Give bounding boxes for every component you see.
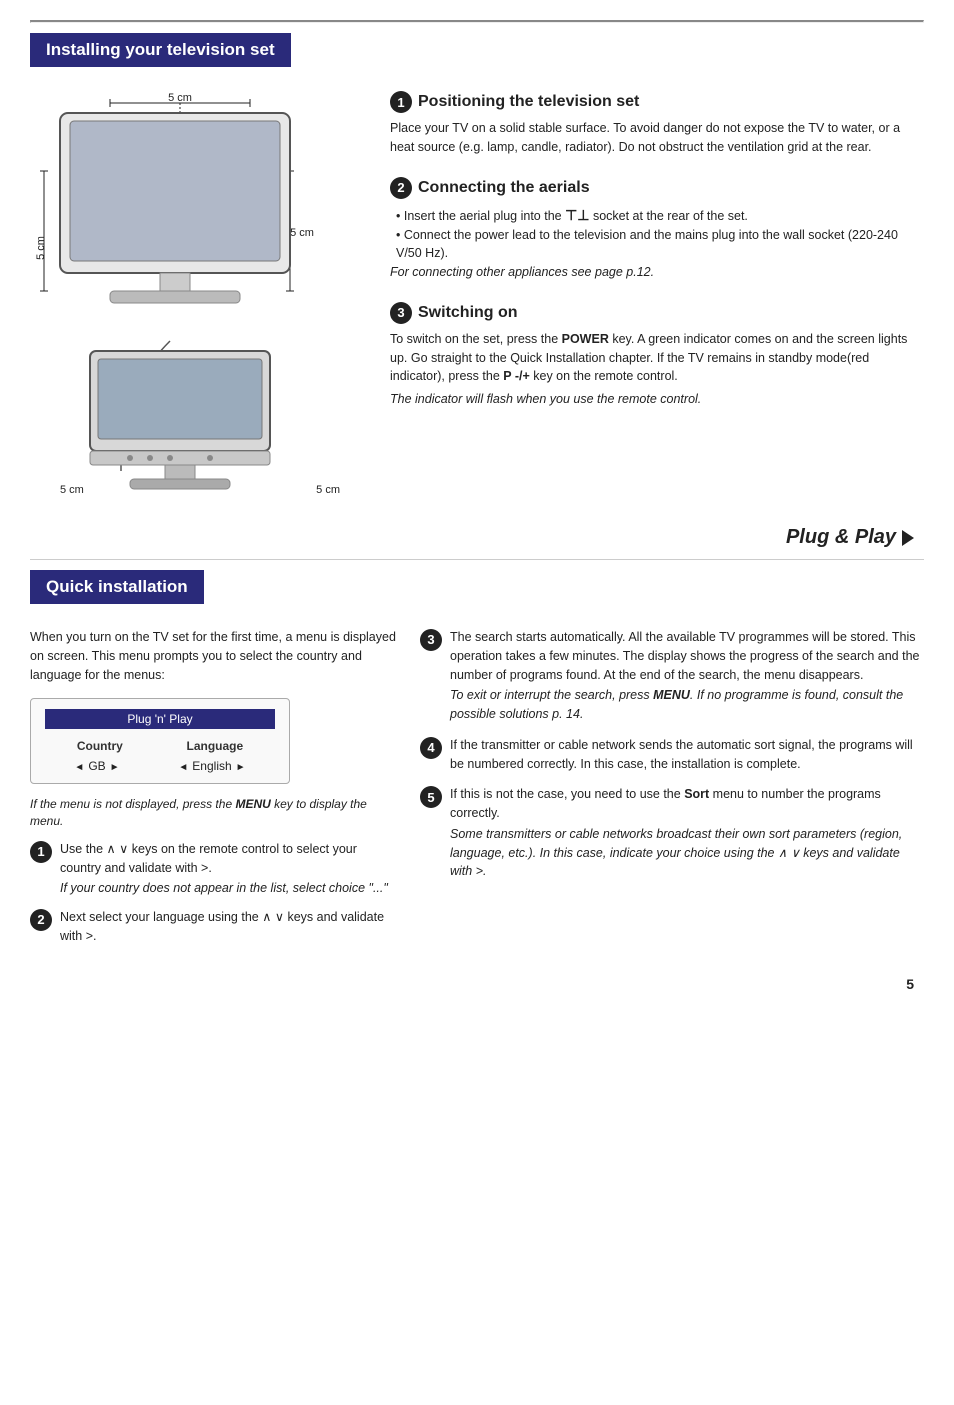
connecting-bullet2-text: Connect the power lead to the television… (396, 228, 898, 261)
bottom-left: When you turn on the TV set for the firs… (30, 628, 400, 956)
plug-play-arrow-icon (902, 530, 914, 546)
measure-right: 5 cm (316, 484, 340, 496)
steps-left-list: 1 Use the ∧ ∨ keys on the remote control… (30, 840, 400, 948)
step-4-text: If the transmitter or cable network send… (450, 736, 924, 774)
connecting-heading: Connecting the aerials (418, 179, 590, 197)
step-4-num: 4 (420, 737, 442, 759)
step-3-content: The search starts automatically. All the… (450, 628, 924, 726)
step-3-note: To exit or interrupt the search, press M… (450, 686, 924, 724)
bottom-section: When you turn on the TV set for the firs… (30, 628, 924, 956)
step-2-content: Next select your language using the ∧ ∨ … (60, 908, 400, 948)
menu-country-cell: GB (74, 759, 119, 773)
plug-play-logo: Plug & Play (786, 526, 914, 549)
switching-heading: Switching on (418, 304, 518, 322)
svg-text:5 cm: 5 cm (290, 227, 314, 239)
step-3-text: The search starts automatically. All the… (450, 628, 924, 684)
step-5-text: If this is not the case, you need to use… (450, 785, 924, 823)
step-4: 4 If the transmitter or cable network se… (420, 736, 924, 776)
plug-play-area: Plug & Play (30, 526, 924, 549)
page-number: 5 (30, 976, 924, 992)
connecting-num: 2 (390, 177, 412, 199)
plug-play-label: Plug & Play (786, 526, 896, 549)
step-1-note: If your country does not appear in the l… (60, 879, 400, 898)
step-1-num: 1 (30, 841, 52, 863)
menu-col1-value: GB (88, 759, 105, 773)
step-2-num: 2 (30, 909, 52, 931)
step-1-text: Use the ∧ ∨ keys on the remote control t… (60, 840, 400, 878)
country-arrow-left-icon (74, 759, 84, 773)
language-arrow-left-icon (178, 759, 188, 773)
menu-box: Plug 'n' Play Country Language GB Englis… (30, 698, 290, 784)
intro-text: When you turn on the TV set for the firs… (30, 628, 400, 684)
tv-diagram-area: 5 cm 5 cm 5 cm (30, 81, 370, 496)
positioning-section: 1 Positioning the television set Place y… (390, 91, 924, 157)
country-arrow-right-icon (110, 759, 120, 773)
switching-text: To switch on the set, press the POWER ke… (390, 330, 924, 386)
section2-title: Quick installation (30, 570, 204, 604)
tv-illustration: 5 cm 5 cm 5 cm (30, 91, 370, 494)
connecting-bullet2: Connect the power lead to the television… (396, 226, 924, 264)
step-3-num: 3 (420, 629, 442, 651)
step-3: 3 The search starts automatically. All t… (420, 628, 924, 726)
connecting-bullet1-text: Insert the aerial plug into the ⊤⊥ socke… (404, 209, 748, 223)
switching-section: 3 Switching on To switch on the set, pre… (390, 302, 924, 409)
menu-col2-value: English (192, 759, 231, 773)
measure-left: 5 cm (60, 484, 84, 496)
svg-text:5 cm: 5 cm (35, 236, 47, 260)
section2-title-bar: Quick installation (30, 570, 924, 618)
menu-col2-header: Language (186, 739, 243, 753)
step-5-note: Some transmitters or cable networks broa… (450, 825, 924, 881)
step-5-num: 5 (420, 786, 442, 808)
step-2: 2 Next select your language using the ∧ … (30, 908, 400, 948)
menu-box-title: Plug 'n' Play (45, 709, 275, 729)
menu-col1-header: Country (77, 739, 123, 753)
svg-text:5 cm: 5 cm (168, 92, 192, 104)
positioning-num: 1 (390, 91, 412, 113)
menu-language-cell: English (178, 759, 245, 773)
step-1-content: Use the ∧ ∨ keys on the remote control t… (60, 840, 400, 900)
menu-box-values: GB English (45, 759, 275, 773)
step-2-text: Next select your language using the ∧ ∨ … (60, 908, 400, 946)
connecting-bullet1: Insert the aerial plug into the ⊤⊥ socke… (396, 205, 924, 226)
step-4-content: If the transmitter or cable network send… (450, 736, 924, 776)
step-5: 5 If this is not the case, you need to u… (420, 785, 924, 883)
switching-note: The indicator will flash when you use th… (390, 390, 924, 409)
steps-right-list: 3 The search starts automatically. All t… (420, 628, 924, 883)
section-divider (30, 559, 924, 560)
top-instructions: 1 Positioning the television set Place y… (390, 81, 924, 496)
positioning-heading: Positioning the television set (418, 93, 639, 111)
connecting-note: For connecting other appliances see page… (390, 263, 924, 282)
bottom-right: 3 The search starts automatically. All t… (420, 628, 924, 956)
menu-caption: If the menu is not displayed, press the … (30, 796, 400, 830)
top-section: 5 cm 5 cm 5 cm (30, 81, 924, 496)
step-1: 1 Use the ∧ ∨ keys on the remote control… (30, 840, 400, 900)
section1-title: Installing your television set (30, 33, 291, 67)
section1-title-bar: Installing your television set (30, 33, 924, 81)
connecting-section: 2 Connecting the aerials Insert the aeri… (390, 177, 924, 282)
switching-num: 3 (390, 302, 412, 324)
step-5-content: If this is not the case, you need to use… (450, 785, 924, 883)
positioning-text: Place your TV on a solid stable surface.… (390, 119, 924, 157)
top-rule (30, 20, 924, 23)
menu-box-headers: Country Language (45, 739, 275, 753)
language-arrow-right-icon (236, 759, 246, 773)
